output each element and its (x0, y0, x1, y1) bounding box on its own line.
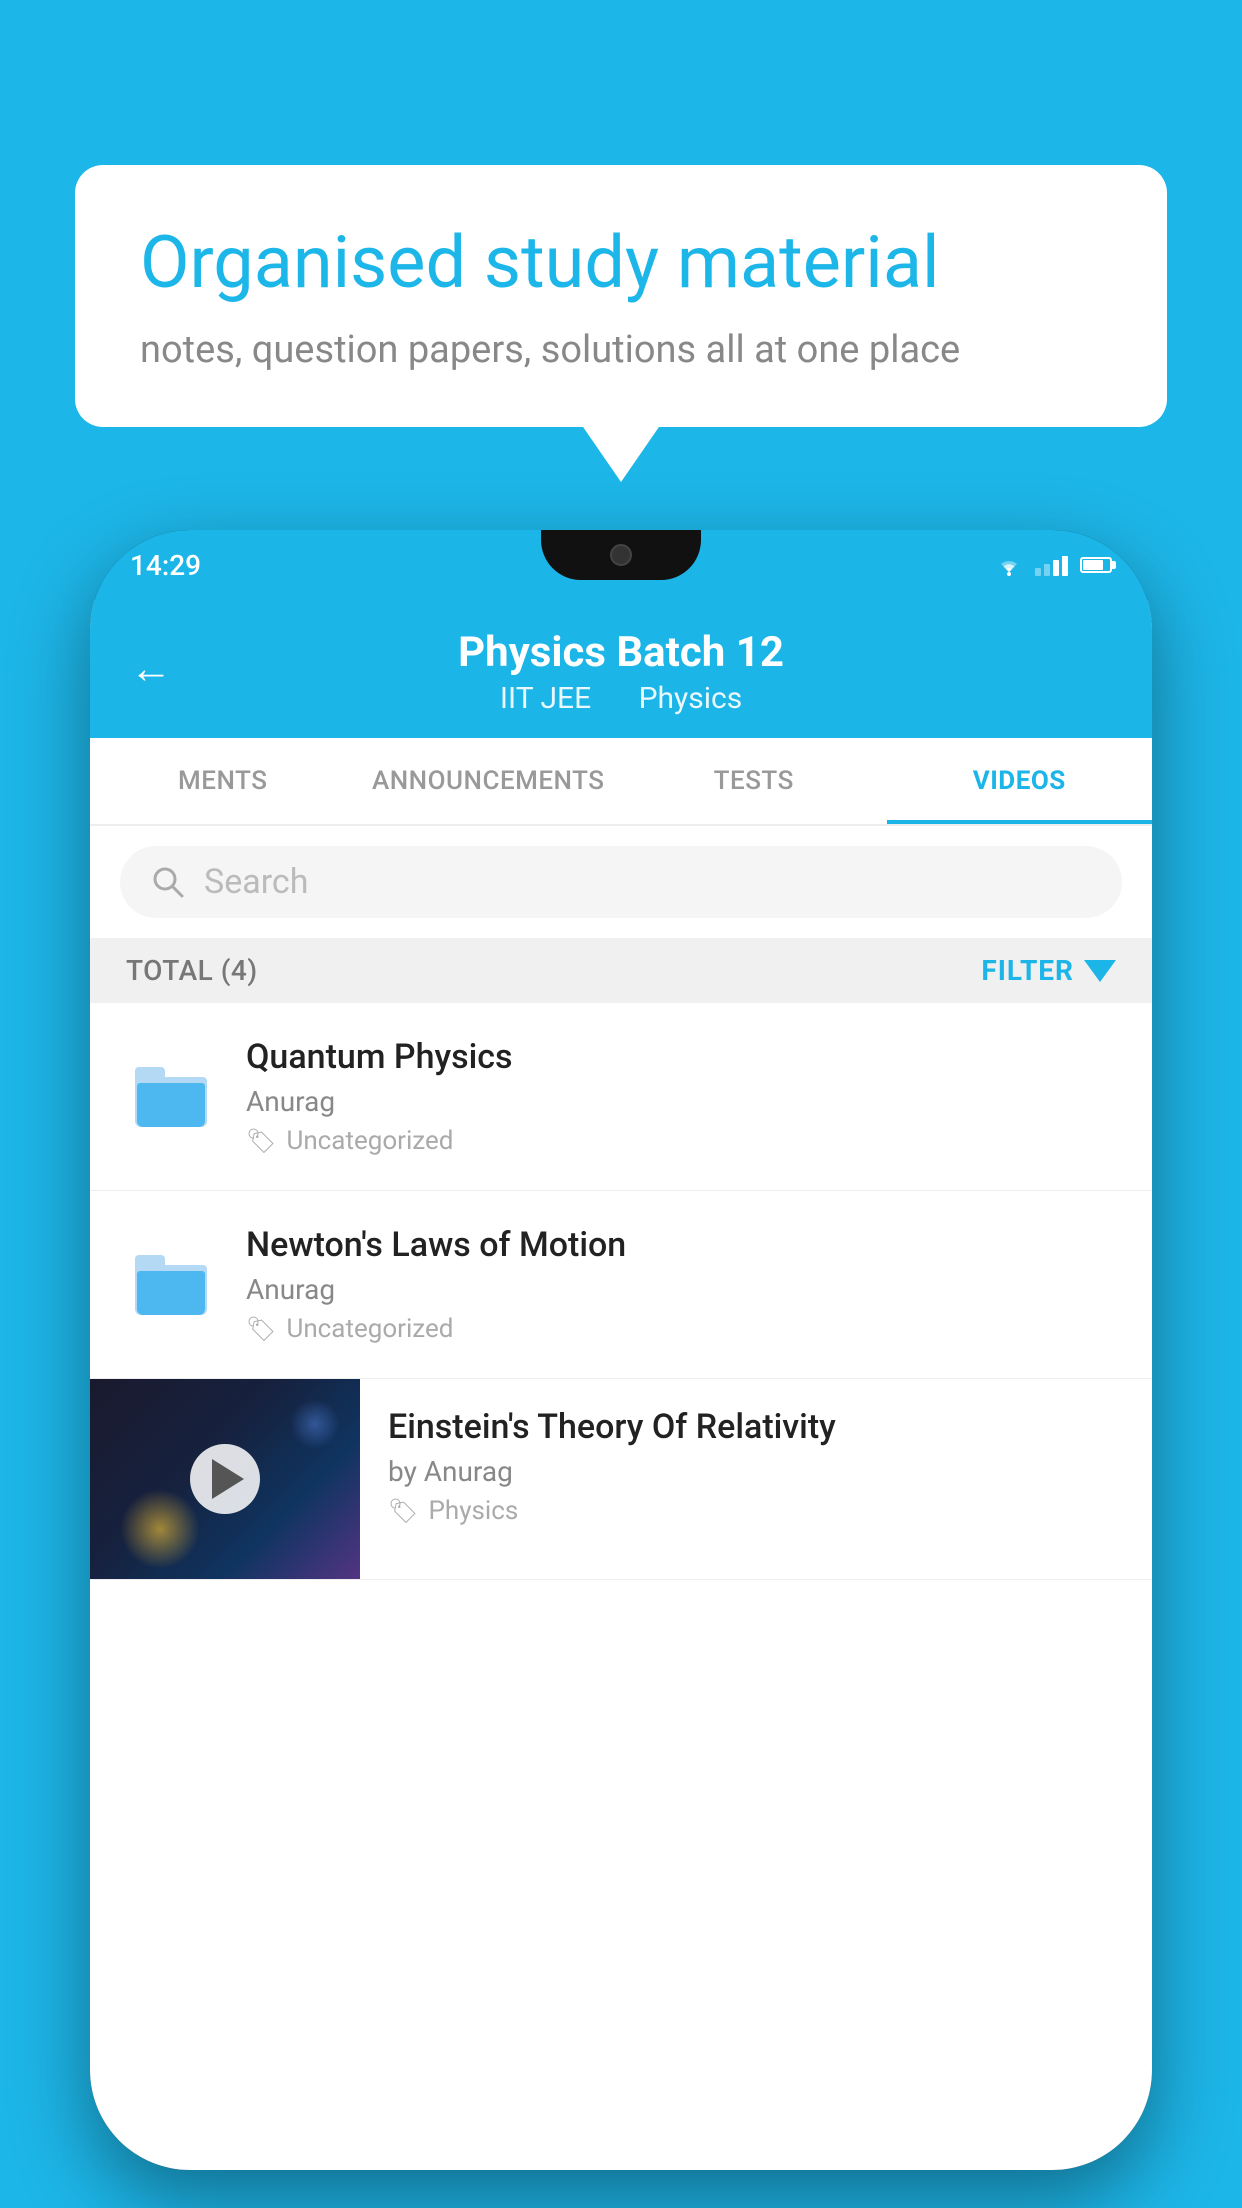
search-icon (150, 864, 186, 900)
video-thumbnail-3 (90, 1379, 360, 1579)
video-title-2: Newton's Laws of Motion (246, 1225, 1116, 1265)
phone-frame: 14:29 (90, 530, 1152, 2170)
speech-bubble: Organised study material notes, question… (75, 165, 1167, 427)
app-header: ← Physics Batch 12 IIT JEE Physics (90, 600, 1152, 738)
total-count: TOTAL (4) (126, 954, 258, 987)
bubble-subtitle: notes, question papers, solutions all at… (140, 328, 1102, 372)
filter-icon (1084, 960, 1116, 982)
folder-thumbnail-2 (126, 1240, 216, 1330)
status-time: 14:29 (130, 549, 201, 582)
tab-ments[interactable]: MENTS (90, 738, 356, 824)
video-tag-3: 🏷 Physics (388, 1496, 1124, 1526)
battery-icon (1080, 557, 1112, 573)
list-item[interactable]: Quantum Physics Anurag 🏷 Uncategorized (90, 1003, 1152, 1191)
folder-thumbnail-1 (126, 1052, 216, 1142)
header-subtitle2: Physics (639, 681, 743, 716)
list-item[interactable]: Einstein's Theory Of Relativity by Anura… (90, 1379, 1152, 1580)
video-info-2: Newton's Laws of Motion Anurag 🏷 Uncateg… (246, 1225, 1116, 1344)
bubble-title: Organised study material (140, 220, 1102, 306)
video-tag-2: 🏷 Uncategorized (246, 1314, 1116, 1344)
tab-bar: MENTS ANNOUNCEMENTS TESTS VIDEOS (90, 738, 1152, 826)
play-triangle-icon (212, 1459, 244, 1499)
video-author-3: by Anurag (388, 1455, 1124, 1488)
video-list: Quantum Physics Anurag 🏷 Uncategorized (90, 1003, 1152, 1580)
back-button[interactable]: ← (130, 645, 172, 694)
header-title: Physics Batch 12 (130, 628, 1112, 677)
tag-icon-1: 🏷 (246, 1127, 276, 1155)
header-subtitle: IIT JEE Physics (130, 681, 1112, 716)
phone-notch (541, 530, 701, 580)
filter-row: TOTAL (4) FILTER (90, 938, 1152, 1003)
wifi-icon (995, 554, 1023, 576)
video-info-1: Quantum Physics Anurag 🏷 Uncategorized (246, 1037, 1116, 1156)
tab-tests[interactable]: TESTS (621, 738, 887, 824)
video-author-1: Anurag (246, 1085, 1116, 1118)
play-button[interactable] (190, 1444, 260, 1514)
status-bar: 14:29 (90, 530, 1152, 600)
video-title-3: Einstein's Theory Of Relativity (388, 1407, 1124, 1447)
video-tag-1: 🏷 Uncategorized (246, 1126, 1116, 1156)
video-info-3: Einstein's Theory Of Relativity by Anura… (360, 1379, 1152, 1554)
list-item[interactable]: Newton's Laws of Motion Anurag 🏷 Uncateg… (90, 1191, 1152, 1379)
filter-button[interactable]: FILTER (981, 954, 1116, 987)
search-placeholder: Search (204, 862, 308, 902)
thumbnail-overlay (90, 1379, 360, 1579)
status-icons (995, 554, 1112, 576)
video-title-1: Quantum Physics (246, 1037, 1116, 1077)
camera-dot (610, 544, 632, 566)
tab-announcements[interactable]: ANNOUNCEMENTS (356, 738, 622, 824)
tag-icon-2: 🏷 (246, 1315, 276, 1343)
tag-icon-3: 🏷 (388, 1497, 418, 1525)
video-author-2: Anurag (246, 1273, 1116, 1306)
tab-videos[interactable]: VIDEOS (887, 738, 1153, 824)
header-subtitle1: IIT JEE (500, 681, 591, 716)
phone-screen: ← Physics Batch 12 IIT JEE Physics MENTS… (90, 600, 1152, 2170)
search-bar-container: Search (90, 826, 1152, 938)
search-input-wrapper[interactable]: Search (120, 846, 1122, 918)
signal-icon (1035, 554, 1068, 576)
